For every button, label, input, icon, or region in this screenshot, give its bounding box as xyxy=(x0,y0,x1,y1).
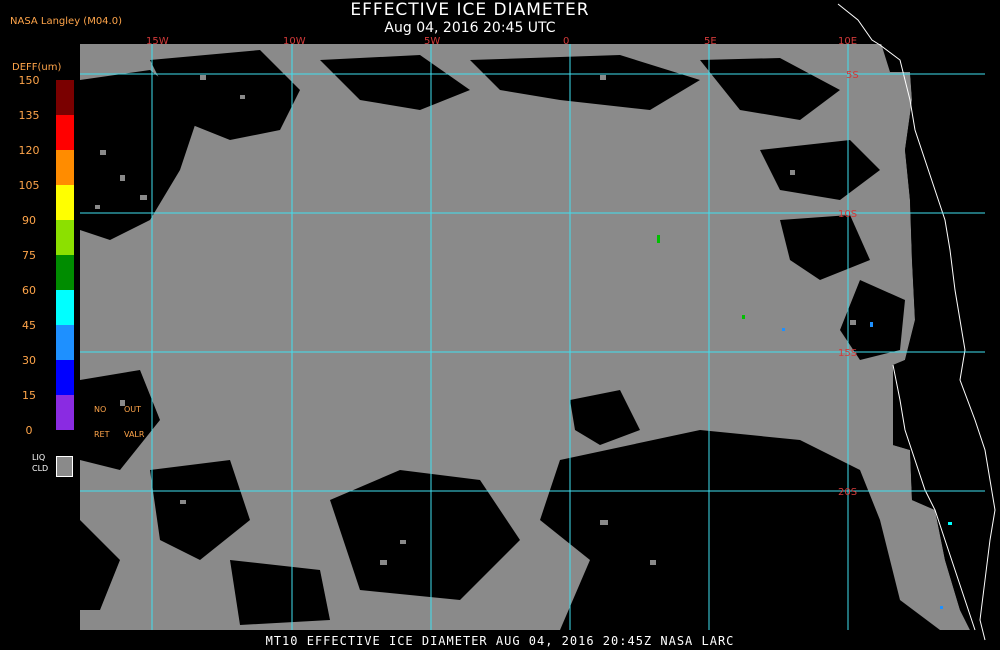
liquid-cloud-label: LIQ xyxy=(32,453,46,462)
lon-label: 5W xyxy=(424,36,440,47)
no-ret-label: NO xyxy=(94,405,107,414)
legend-tick: 60 xyxy=(22,284,36,297)
lon-label: 0 xyxy=(563,36,569,47)
color-scale-segment xyxy=(56,185,74,220)
legend-tick: 120 xyxy=(18,144,40,157)
footer-caption: MT10 EFFECTIVE ICE DIAMETER AUG 04, 2016… xyxy=(265,634,735,648)
lon-label: 5E xyxy=(704,36,717,47)
liquid-cloud-label: CLD xyxy=(32,464,49,473)
color-scale-segment xyxy=(56,290,74,325)
satellite-map: 15W 10W 5W 0 5E 10E 5S 10S 15S 20S xyxy=(80,3,1000,650)
lon-label: 15W xyxy=(146,36,169,47)
color-scale-segment xyxy=(56,325,74,360)
lat-label: 10S xyxy=(838,209,857,220)
legend-title: DEFF(um) xyxy=(12,62,62,73)
out-valr-label: OUT xyxy=(124,405,142,414)
out-valr-label: VALR xyxy=(124,430,145,439)
lon-label: 10W xyxy=(283,36,306,47)
color-scale-bar xyxy=(56,80,74,430)
legend-tick: 45 xyxy=(22,319,36,332)
legend-tick: 75 xyxy=(22,249,36,262)
legend-tick: 0 xyxy=(25,424,33,437)
color-scale-segment xyxy=(56,395,74,430)
color-scale-segment xyxy=(56,150,74,185)
legend-tick: 30 xyxy=(22,354,36,367)
lon-label: 10E xyxy=(838,36,857,47)
legend-tick: 150 xyxy=(18,74,40,87)
lat-label: 15S xyxy=(838,348,857,359)
color-scale-segment xyxy=(56,255,74,290)
legend-tick: 15 xyxy=(22,389,36,402)
color-scale-segment xyxy=(56,360,74,395)
color-scale-segment xyxy=(56,220,74,255)
color-scale-segment xyxy=(56,115,74,150)
legend-tick: 135 xyxy=(18,109,40,122)
lat-label: 20S xyxy=(838,487,857,498)
legend-tick: 105 xyxy=(18,179,40,192)
liquid-cloud-swatch xyxy=(56,456,73,477)
legend-tick: 90 xyxy=(22,214,36,227)
color-scale-segment xyxy=(56,80,74,115)
no-ret-label: RET xyxy=(94,430,110,439)
lat-label: 5S xyxy=(846,70,859,81)
